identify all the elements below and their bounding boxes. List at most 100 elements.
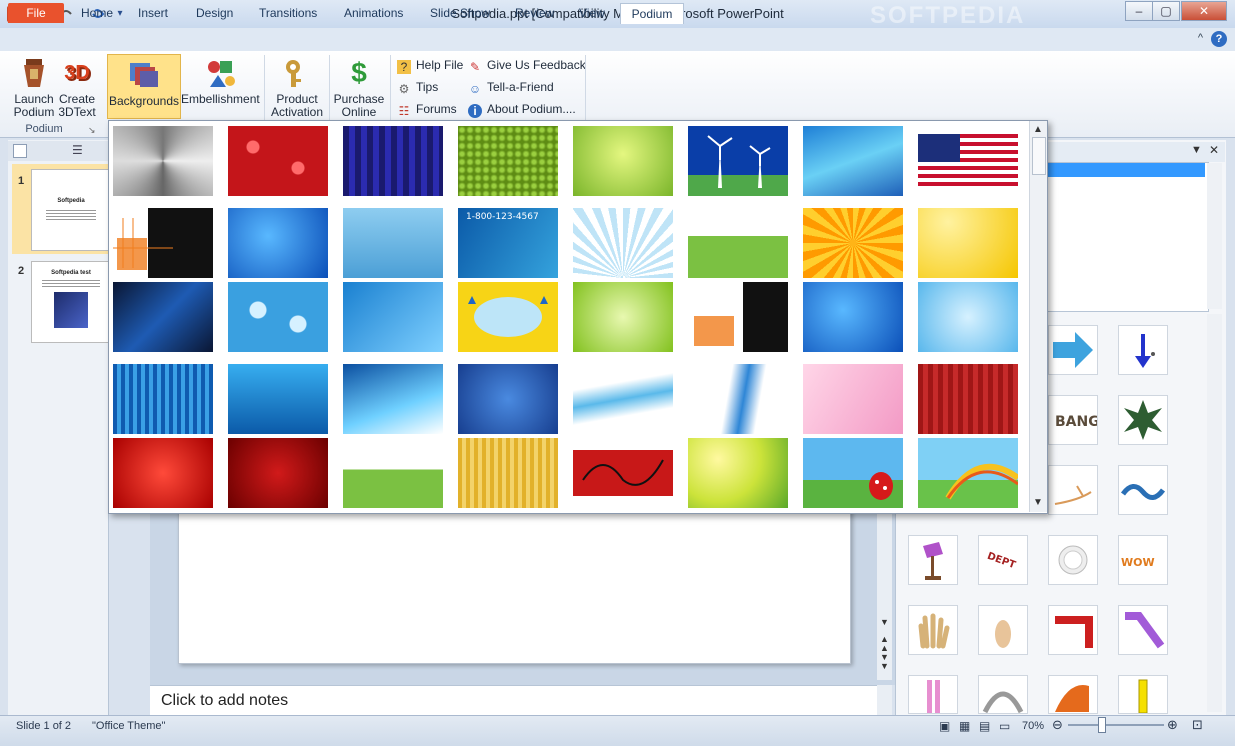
tab-home[interactable]: Home bbox=[75, 3, 119, 23]
background-thumbnail[interactable] bbox=[918, 364, 1018, 434]
help-file-button[interactable]: ? Help File bbox=[397, 56, 463, 74]
tell-a-friend-button[interactable]: ☺ Tell-a-Friend bbox=[468, 78, 554, 96]
scroll-down-icon[interactable]: ▼ bbox=[880, 617, 889, 627]
background-thumbnail[interactable] bbox=[803, 438, 903, 508]
background-thumbnail[interactable]: 1-800-123-4567 bbox=[458, 208, 558, 278]
tab-podium[interactable]: Podium bbox=[620, 3, 684, 24]
give-feedback-button[interactable]: ✎ Give Us Feedback bbox=[468, 56, 586, 74]
tab-review[interactable]: Review bbox=[509, 3, 560, 23]
zoom-in-icon[interactable]: ⊕ bbox=[1167, 717, 1178, 733]
clip-bang-text[interactable]: BANG bbox=[1048, 395, 1100, 445]
background-thumbnail[interactable] bbox=[113, 208, 213, 278]
tab-view[interactable]: View bbox=[573, 3, 611, 23]
gallery-scroll-down-icon[interactable]: ▼ bbox=[1033, 497, 1043, 508]
clip-dinner-plate[interactable] bbox=[1048, 535, 1098, 585]
help-icon[interactable]: ? bbox=[1211, 31, 1227, 47]
background-thumbnail[interactable] bbox=[918, 438, 1020, 508]
outline-tab-icon[interactable]: ☰ bbox=[72, 143, 83, 157]
forums-button[interactable]: ☷ Forums bbox=[397, 100, 457, 118]
gallery-scroll-up-icon[interactable]: ▲ bbox=[1033, 124, 1043, 135]
about-podium-button[interactable]: i About Podium.... bbox=[468, 100, 576, 118]
clip-blue-wave[interactable] bbox=[1118, 465, 1168, 515]
tab-transitions[interactable]: Transitions bbox=[253, 3, 323, 23]
background-thumbnail[interactable] bbox=[343, 126, 443, 196]
background-thumbnail[interactable] bbox=[458, 364, 558, 434]
gallery-scrollbar[interactable] bbox=[1029, 121, 1047, 512]
background-thumbnail[interactable] bbox=[688, 364, 788, 434]
background-thumbnail[interactable] bbox=[688, 438, 788, 508]
create-3dtext-button[interactable]: 3D Create 3DText bbox=[58, 57, 96, 119]
clip-green-star[interactable] bbox=[1118, 395, 1168, 445]
background-thumbnail[interactable] bbox=[688, 208, 788, 278]
zoom-level[interactable]: 70% bbox=[1022, 720, 1044, 732]
gallery-scroll-thumb[interactable] bbox=[1032, 137, 1046, 175]
embellishment-button[interactable]: Embellishment bbox=[181, 57, 260, 106]
background-thumbnail[interactable] bbox=[458, 282, 558, 352]
ribbon-minimize-icon[interactable]: ^ bbox=[1198, 32, 1203, 44]
background-thumbnail[interactable] bbox=[228, 208, 328, 278]
clip-red-corner[interactable] bbox=[1048, 605, 1098, 655]
slide-thumbnail-1[interactable]: Softpedia bbox=[31, 169, 111, 251]
clip-foot[interactable] bbox=[978, 605, 1028, 655]
zoom-slider[interactable] bbox=[1068, 724, 1164, 726]
clip-blue-arrow[interactable] bbox=[1048, 325, 1098, 375]
maximize-button[interactable]: ▢ bbox=[1152, 1, 1180, 21]
prev-slide-icon[interactable]: ▲ ▲ bbox=[880, 635, 889, 653]
background-thumbnail[interactable] bbox=[803, 208, 903, 278]
clip-orange-shape[interactable] bbox=[1048, 675, 1098, 714]
close-button[interactable]: ✕ bbox=[1181, 1, 1227, 21]
background-thumbnail[interactable] bbox=[228, 438, 328, 508]
product-activation-button[interactable]: Product Activation bbox=[268, 57, 326, 119]
background-thumbnail[interactable] bbox=[113, 364, 213, 434]
slide-canvas[interactable] bbox=[178, 508, 851, 664]
clip-down-arrow-figure[interactable] bbox=[1118, 325, 1168, 375]
slide-show-icon[interactable]: ▭ bbox=[999, 719, 1010, 733]
next-slide-icon[interactable]: ▼ ▼ bbox=[880, 653, 889, 671]
clip-comic-word[interactable]: WOW bbox=[1118, 535, 1168, 585]
background-thumbnail[interactable] bbox=[573, 450, 673, 496]
group-launcher-icon[interactable]: ↘ bbox=[88, 125, 96, 136]
backgrounds-button[interactable]: Backgrounds bbox=[107, 54, 181, 119]
pane-close-icon[interactable]: ✕ bbox=[1209, 143, 1219, 157]
clip-pink-bars[interactable] bbox=[908, 675, 958, 714]
background-thumbnail[interactable] bbox=[573, 208, 673, 278]
slides-tab-icon[interactable] bbox=[13, 144, 27, 158]
background-thumbnail[interactable] bbox=[343, 438, 443, 508]
tab-slide-show[interactable]: Slide Show bbox=[424, 3, 496, 23]
fit-to-window-icon[interactable]: ⊡ bbox=[1192, 717, 1203, 733]
background-thumbnail[interactable] bbox=[803, 282, 903, 352]
background-thumbnail[interactable] bbox=[458, 126, 558, 196]
background-thumbnail[interactable] bbox=[688, 126, 788, 196]
background-thumbnail[interactable] bbox=[573, 364, 673, 434]
clip-yellow-bar[interactable] bbox=[1118, 675, 1168, 714]
clip-gallery-scrollbar[interactable] bbox=[1207, 314, 1222, 712]
background-thumbnail[interactable] bbox=[113, 438, 213, 508]
background-thumbnail[interactable] bbox=[803, 126, 903, 196]
purchase-online-button[interactable]: $ Purchase Online bbox=[332, 57, 386, 119]
zoom-out-icon[interactable]: ⊖ bbox=[1052, 717, 1063, 733]
notes-scrollbar[interactable] bbox=[877, 685, 892, 715]
background-thumbnail-us-flag[interactable] bbox=[918, 126, 1018, 196]
tab-insert[interactable]: Insert bbox=[132, 3, 174, 23]
background-thumbnail[interactable] bbox=[343, 282, 443, 352]
normal-view-icon[interactable]: ▣ bbox=[939, 719, 950, 733]
background-thumbnail[interactable] bbox=[573, 282, 673, 352]
background-thumbnail[interactable] bbox=[688, 282, 788, 352]
clip-desk-lamp[interactable] bbox=[908, 535, 958, 585]
background-thumbnail[interactable] bbox=[228, 364, 328, 434]
tab-animations[interactable]: Animations bbox=[338, 3, 409, 23]
clip-dept-sign[interactable]: DEPT bbox=[978, 535, 1028, 585]
clip-hand[interactable] bbox=[908, 605, 958, 655]
background-thumbnail[interactable] bbox=[113, 126, 213, 196]
background-thumbnail[interactable] bbox=[573, 126, 673, 196]
tips-button[interactable]: ⚙ Tips bbox=[397, 78, 439, 96]
zoom-slider-thumb[interactable] bbox=[1098, 717, 1106, 733]
tab-design[interactable]: Design bbox=[190, 3, 239, 23]
background-thumbnail[interactable] bbox=[343, 364, 443, 434]
tab-file[interactable]: File bbox=[8, 3, 64, 23]
background-thumbnail[interactable] bbox=[803, 364, 903, 434]
notes-placeholder[interactable]: Click to add notes bbox=[150, 685, 877, 715]
background-thumbnail[interactable] bbox=[918, 208, 1018, 278]
background-thumbnail[interactable] bbox=[918, 282, 1018, 352]
background-thumbnail[interactable] bbox=[228, 282, 328, 352]
